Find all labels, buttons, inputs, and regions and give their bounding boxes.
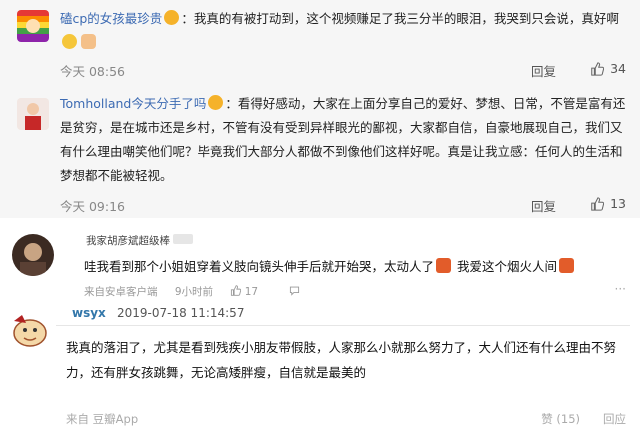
cry-emoji-icon [559, 258, 575, 273]
angry-emoji-icon [208, 95, 224, 110]
like-button[interactable]: 17 [230, 285, 275, 298]
crying-emoji-icon [62, 34, 77, 49]
comment-text: 磕cp的女孩最珍贵 ：我真的有被打动到，这个视频赚足了我三分半的眼泪，我哭到只会说… [60, 7, 626, 55]
thumbs-up-icon [591, 61, 605, 76]
like-count: 13 [610, 196, 626, 211]
reply-button[interactable]: 回复 [531, 196, 556, 215]
comment-time: 9小时前 [174, 286, 214, 298]
comment-text: 哇我看到那个小姐姐穿着义肢向镜头伸手后就开始哭，太动人了 我爱这个烟火人间 [84, 256, 576, 275]
more-options-button[interactable]: ··· [615, 282, 626, 296]
comment-body: ：我真的有被打动到，这个视频赚足了我三分半的眼泪，我哭到只会说，真好啊 [181, 11, 619, 26]
user-avatar[interactable] [6, 307, 50, 351]
comment-meta: 今天 09:16 回复 13 [60, 196, 626, 214]
thumbs-up-emoji-icon [81, 34, 96, 49]
comment-text: 我真的落泪了，尤其是看到残疾小朋友带假肢，人家那么小就那么努力了，大人们还有什么… [66, 340, 617, 380]
angry-emoji-icon [164, 10, 180, 25]
like-count: 34 [610, 61, 626, 76]
thumbs-up-icon [231, 285, 242, 296]
comment-body-2: 我爱这个烟火人间 [457, 259, 558, 274]
comment-source: 来自安卓客户端 [84, 286, 158, 298]
comment-3: 我家胡彦斌超级棒 哇我看到那个小姐姐穿着义肢向镜头伸手后就开始哭，太动人了 我爱… [0, 218, 640, 301]
user-avatar[interactable] [12, 234, 54, 276]
comment-4: wsyx 2019-07-18 11:14:57 我真的落泪了，尤其是看到残疾小… [0, 301, 640, 428]
reply-button[interactable]: 回复 [531, 61, 556, 80]
comment-meta: 今天 08:56 回复 34 [60, 61, 626, 79]
comment-body: 哇我看到那个小姐姐穿着义肢向镜头伸手后就开始哭，太动人了 [84, 259, 435, 274]
user-avatar[interactable] [17, 10, 49, 42]
comment-username[interactable]: 我家胡彦斌超级棒 [86, 233, 193, 248]
username-text: 我家胡彦斌超级棒 [86, 235, 170, 247]
comment-username[interactable]: 磕cp的女孩最珍贵 [60, 11, 162, 26]
like-button[interactable]: 34 [590, 61, 626, 76]
cry-emoji-icon [436, 258, 452, 273]
comment-meta: 来自安卓客户端 9小时前 17 [84, 284, 314, 299]
user-badge [173, 234, 193, 244]
user-avatar[interactable] [17, 98, 49, 130]
comment-icon[interactable] [289, 286, 300, 298]
comment-time: 2019-07-18 11:14:57 [117, 306, 245, 320]
comment-2: Tomholland今天分手了吗 ：看得好感动，大家在上面分享自己的爱好、梦想、日… [0, 84, 640, 218]
comment-username[interactable]: Tomholland今天分手了吗 [60, 96, 206, 111]
reply-button[interactable]: 回应 [603, 411, 626, 427]
like-button[interactable]: 13 [590, 196, 626, 211]
comment-time: 今天 09:16 [60, 199, 125, 214]
comment-source: 来自 豆瓣App [66, 412, 139, 426]
thumbs-up-icon [591, 196, 605, 211]
comment-1: 磕cp的女孩最珍贵 ：我真的有被打动到，这个视频赚足了我三分半的眼泪，我哭到只会说… [0, 0, 640, 84]
vote-button[interactable]: 赞 (15) [541, 411, 580, 427]
comment-username[interactable]: wsyx [72, 306, 106, 320]
divider [56, 325, 630, 326]
like-count: 17 [244, 286, 259, 298]
comment-text: Tomholland今天分手了吗 ：看得好感动，大家在上面分享自己的爱好、梦想、日… [60, 92, 626, 188]
comment-time: 今天 08:56 [60, 64, 125, 79]
